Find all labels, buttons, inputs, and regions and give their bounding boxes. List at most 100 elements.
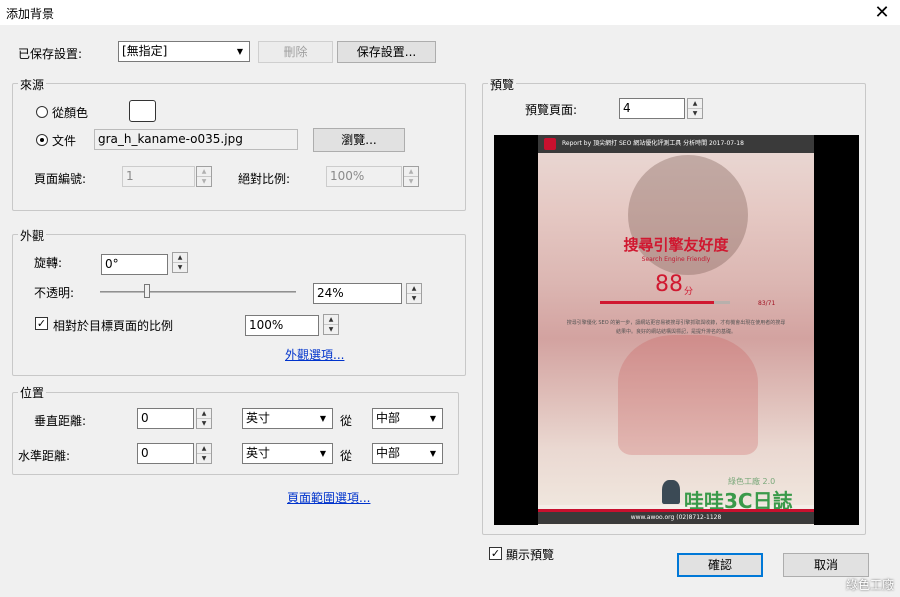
chevron-down-icon: ▼: [236, 47, 244, 56]
spin-up-icon: ▲: [197, 409, 211, 419]
doc-ratio: 83/71: [758, 300, 776, 307]
watermark-text: 綠色工廠: [845, 578, 894, 592]
doc-score: 88: [655, 272, 683, 297]
horizontal-from-label: 從: [340, 449, 353, 463]
horizontal-unit-value: 英寸: [246, 446, 271, 460]
doc-paragraph: 搜尋引擎優化 SEO 的第一步，讓網站更容易被搜尋引擎抓取與收錄，才有機會出現在…: [566, 320, 786, 335]
doc-footer: www.awoo.org (02)8712-1128: [538, 512, 814, 524]
show-preview-checkbox[interactable]: ✓: [489, 547, 502, 560]
absolute-scale-stepper[interactable]: ▲ ▼: [403, 166, 419, 187]
saved-settings-select[interactable]: [無指定] ▼: [118, 41, 250, 62]
rotation-label: 旋轉:: [34, 256, 63, 270]
chevron-down-icon: ▼: [429, 414, 437, 423]
preview-group-title: 預覽: [488, 76, 517, 93]
spin-down-icon: ▼: [408, 177, 414, 185]
chevron-down-icon: ▼: [319, 414, 327, 423]
cancel-button[interactable]: 取消: [783, 553, 869, 577]
saved-settings-value: [無指定]: [122, 44, 168, 58]
chevron-down-icon: ▼: [429, 449, 437, 458]
absolute-scale-field[interactable]: 100%: [326, 166, 402, 187]
vertical-distance-field[interactable]: 0: [137, 408, 194, 429]
from-color-radio[interactable]: [36, 106, 48, 118]
vertical-distance-stepper[interactable]: ▲ ▼: [196, 408, 212, 429]
vertical-from-label: 從: [340, 414, 353, 428]
appearance-group: [12, 234, 466, 376]
spin-up-icon: ▲: [173, 253, 187, 263]
preview-canvas: Report by 頂尖網打 SEO 網站優化評測工具 分析時間 2017-07…: [494, 135, 859, 525]
horizontal-from-value: 中部: [376, 446, 401, 460]
vertical-from-value: 中部: [376, 411, 401, 425]
spin-up-icon: ▲: [324, 315, 338, 325]
browse-button[interactable]: 瀏覽...: [313, 128, 405, 152]
opacity-stepper[interactable]: ▲ ▼: [406, 283, 422, 304]
preview-page-stepper[interactable]: ▲ ▼: [687, 98, 703, 119]
spin-down-icon: ▼: [328, 325, 334, 333]
doc-header: Report by 頂尖網打 SEO 網站優化評測工具 分析時間 2017-07…: [538, 135, 814, 153]
spin-up-icon: ▲: [197, 444, 211, 454]
delete-button[interactable]: 刪除: [258, 41, 333, 63]
show-preview-label: 顯示預覽: [506, 548, 555, 562]
vertical-unit-select[interactable]: 英寸 ▼: [242, 408, 333, 429]
file-label: 文件: [52, 134, 77, 148]
title-bar: 添加背景 ✕: [0, 0, 900, 26]
opacity-field[interactable]: 24%: [313, 283, 402, 304]
horizontal-distance-stepper[interactable]: ▲ ▼: [196, 443, 212, 464]
chevron-down-icon: ▼: [319, 449, 327, 458]
relative-scale-checkbox[interactable]: ✓: [35, 317, 48, 330]
source-group-title: 來源: [18, 76, 47, 93]
relative-scale-label: 相對於目標頁面的比例: [53, 319, 174, 333]
spin-up-icon: ▲: [688, 99, 702, 109]
file-radio[interactable]: [36, 134, 48, 146]
doc-score-unit: 分: [684, 287, 694, 297]
appearance-group-title: 外觀: [18, 227, 47, 244]
horizontal-distance-field[interactable]: 0: [137, 443, 194, 464]
saved-settings-label: 已保存設置:: [18, 47, 83, 61]
page-range-options-link[interactable]: 頁面範圍選項...: [287, 489, 370, 506]
spin-down-icon: ▼: [201, 454, 207, 462]
vertical-from-select[interactable]: 中部 ▼: [372, 408, 443, 429]
relative-scale-field[interactable]: 100%: [245, 315, 319, 336]
absolute-scale-label: 絕對比例:: [238, 172, 291, 186]
opacity-slider-track[interactable]: [100, 291, 296, 293]
doc-header-text: Report by 頂尖網打 SEO 網站優化評測工具 分析時間 2017-07…: [562, 140, 744, 147]
rotation-field[interactable]: 0°: [101, 254, 168, 275]
page-number-label: 頁面編號:: [34, 172, 87, 186]
spin-down-icon: ▼: [201, 177, 207, 185]
horizontal-unit-select[interactable]: 英寸 ▼: [242, 443, 333, 464]
opacity-slider-thumb[interactable]: [144, 284, 151, 298]
horizontal-distance-label: 水準距離:: [18, 449, 71, 463]
appearance-options-link[interactable]: 外觀選項...: [285, 346, 344, 363]
file-path-field[interactable]: gra_h_kaname-o035.jpg: [94, 129, 298, 150]
spin-up-icon: ▲: [197, 167, 211, 177]
position-group-title: 位置: [18, 384, 47, 401]
horizontal-from-select[interactable]: 中部 ▼: [372, 443, 443, 464]
spin-up-icon: ▲: [404, 167, 418, 177]
page-number-field[interactable]: 1: [122, 166, 195, 187]
photo-garment: [618, 335, 758, 455]
spin-down-icon: ▼: [201, 419, 207, 427]
vertical-unit-value: 英寸: [246, 411, 271, 425]
relative-scale-stepper[interactable]: ▲ ▼: [323, 314, 339, 335]
page-number-stepper[interactable]: ▲ ▼: [196, 166, 212, 187]
spin-down-icon: ▼: [692, 109, 698, 117]
dialog-client: 已保存設置: [無指定] ▼ 刪除 保存設置... 來源 從顏色 文件 gra_…: [0, 26, 900, 597]
vertical-distance-label: 垂直距離:: [34, 414, 87, 428]
spin-down-icon: ▼: [177, 263, 183, 271]
close-icon[interactable]: ✕: [870, 2, 894, 24]
from-color-label: 從顏色: [52, 106, 89, 120]
preview-page: Report by 頂尖網打 SEO 網站優化評測工具 分析時間 2017-07…: [538, 135, 814, 525]
ok-button[interactable]: 確認: [677, 553, 763, 577]
doc-logo-icon: [544, 138, 556, 150]
rotation-stepper[interactable]: ▲ ▼: [172, 252, 188, 273]
save-settings-button[interactable]: 保存設置...: [337, 41, 436, 63]
spin-down-icon: ▼: [411, 294, 417, 302]
window-title: 添加背景: [6, 7, 55, 21]
doc-subtitle: Search Engine Friendly: [641, 256, 711, 263]
spin-up-icon: ▲: [407, 284, 421, 294]
color-swatch[interactable]: [129, 100, 156, 122]
mascot-icon: [662, 480, 680, 504]
preview-page-label: 預覽頁面:: [525, 103, 578, 117]
preview-page-field[interactable]: 4: [619, 98, 685, 119]
doc-title: 搜尋引擎友好度: [623, 236, 729, 254]
opacity-label: 不透明:: [34, 286, 75, 300]
